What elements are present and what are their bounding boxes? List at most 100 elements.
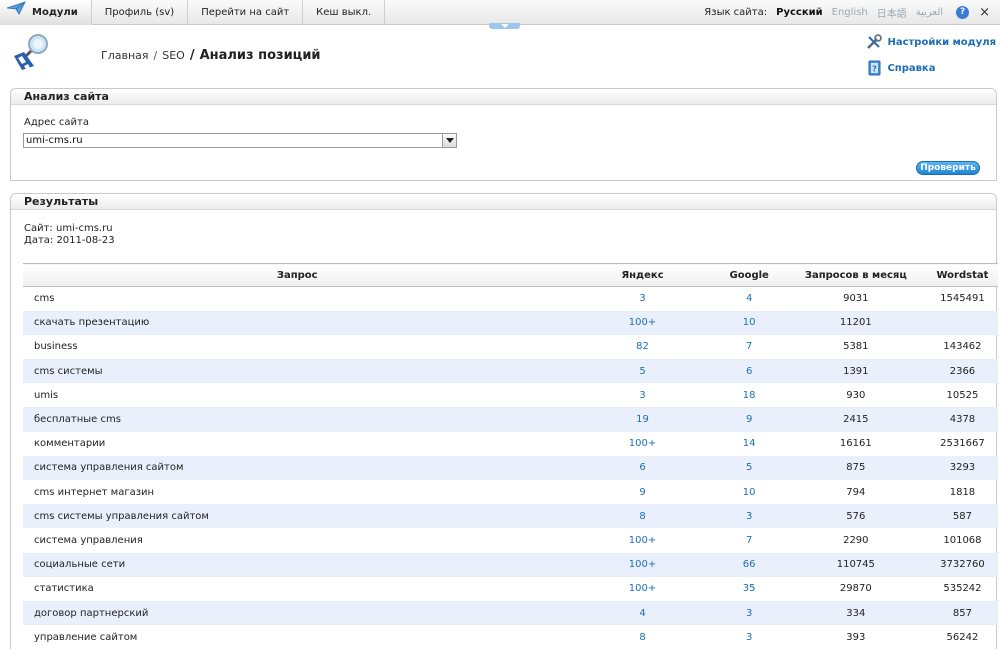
results-meta: Сайт: umi-cms.ru Дата: 2011-08-23 [24, 223, 115, 247]
google-position-link[interactable]: 35 [714, 577, 785, 601]
yandex-position-link[interactable]: 100+ [571, 432, 713, 456]
google-position-link[interactable]: 3 [713, 504, 785, 529]
monthly-requests-cell: 875 [784, 455, 927, 480]
google-position-link[interactable]: 9 [713, 407, 785, 432]
google-position-link[interactable]: 18 [714, 383, 785, 407]
yandex-position-link[interactable]: 100+ [571, 310, 714, 335]
query-cell: социальные сети [23, 552, 572, 577]
table-row: управление сайтом 8 3 393 56242 [23, 625, 998, 649]
query-cell: скачать презентацию [23, 310, 572, 335]
cache-toggle[interactable]: Кеш выкл. [303, 0, 386, 25]
column-header-monthly[interactable]: Запросов в месяц [784, 263, 927, 287]
site-address-select[interactable]: umi-cms.ru [23, 133, 457, 148]
table-row: cms системы управления сайтом 8 3 576 587 [23, 504, 998, 529]
google-position-link[interactable]: 3 [714, 625, 785, 649]
column-header-query[interactable]: Запрос [23, 263, 572, 287]
module-settings-link[interactable]: Настройки модуля [866, 33, 996, 51]
yandex-position-link[interactable]: 8 [571, 625, 713, 649]
monthly-requests-cell: 1391 [784, 359, 927, 384]
close-icon[interactable]: × [979, 6, 990, 19]
wordstat-cell: 535242 [943, 583, 982, 595]
yandex-position-link[interactable]: 3 [571, 287, 713, 311]
monthly-requests-cell: 930 [846, 389, 866, 401]
yandex-position-link[interactable]: 6 [571, 455, 714, 480]
wordstat-cell: 3293 [926, 455, 998, 480]
query-cell: cms интернет магазин [34, 486, 155, 498]
table-row: статистика 100+ 35 29870 535242 [23, 577, 998, 601]
help-link[interactable]: ? Справка [866, 59, 996, 77]
page-title: Анализ позиций [199, 48, 321, 63]
query-cell: договор партнерский [23, 600, 572, 626]
monthly-requests-cell: 5381 [843, 341, 869, 353]
column-header-yandex[interactable]: Яндекс [571, 263, 714, 287]
site-address-value: umi-cms.ru [26, 135, 83, 146]
wordstat-cell: 2531667 [940, 438, 985, 450]
lang-japanese[interactable]: 日本語 [877, 5, 907, 20]
yandex-position-link[interactable]: 3 [571, 383, 713, 407]
google-position-link[interactable]: 3 [713, 600, 785, 626]
google-position-link[interactable]: 5 [713, 455, 785, 480]
module-settings-label: Настройки модуля [887, 36, 996, 48]
breadcrumb-separator: / [153, 49, 158, 62]
monthly-requests-cell: 393 [846, 631, 866, 643]
paper-plane-icon [6, 0, 26, 25]
help-book-icon: ? [866, 60, 882, 76]
lang-english[interactable]: English [832, 7, 868, 18]
yandex-position-link[interactable]: 19 [571, 407, 714, 432]
yandex-position-link[interactable]: 4 [571, 600, 714, 626]
lang-arabic[interactable]: العربية [916, 7, 943, 18]
table-row: cms 3 4 9031 1545491 [23, 287, 998, 311]
wordstat-cell: 10525 [946, 389, 979, 401]
monthly-requests-cell: 110745 [784, 552, 927, 577]
results-panel: Результаты Сайт: umi-cms.ru Дата: 2011-0… [10, 193, 998, 649]
check-button[interactable]: Проверить [916, 161, 980, 175]
google-position-link[interactable]: 66 [713, 552, 785, 577]
yandex-position-link[interactable]: 82 [571, 335, 713, 359]
table-row: cms системы 5 6 1391 2366 [23, 359, 998, 384]
table-row: комментарии 100+ 14 16161 2531667 [23, 432, 998, 456]
help-circle-icon[interactable]: ? [956, 6, 970, 19]
wordstat-cell: 2366 [926, 359, 998, 384]
lang-russian[interactable]: Русский [776, 7, 823, 18]
chevron-down-icon[interactable] [442, 134, 456, 147]
google-position-link[interactable]: 10 [714, 480, 785, 504]
google-position-link[interactable]: 4 [714, 287, 785, 311]
column-header-google[interactable]: Google [713, 263, 785, 287]
column-header-wordstat[interactable]: Wordstat [926, 263, 998, 287]
google-position-link[interactable]: 14 [714, 432, 785, 456]
go-to-site-link[interactable]: Перейти на сайт [188, 0, 304, 25]
table-row: umis 3 18 930 10525 [23, 383, 998, 407]
yandex-position-link[interactable]: 5 [571, 359, 714, 384]
google-position-link[interactable]: 7 [714, 528, 785, 552]
google-position-link[interactable]: 7 [714, 335, 785, 359]
site-analysis-panel: Анализ сайта Адрес сайта umi-cms.ru Пров… [10, 88, 997, 181]
profile-link[interactable]: Профиль (sv) [92, 0, 189, 25]
google-position-link[interactable]: 6 [713, 359, 785, 384]
table-row: скачать презентацию 100+ 10 11201 [23, 310, 998, 335]
wordstat-cell: 1818 [949, 486, 976, 498]
yandex-position-link[interactable]: 9 [571, 480, 713, 504]
monthly-requests-cell: 29870 [839, 583, 872, 595]
yandex-position-link[interactable]: 100+ [571, 577, 713, 601]
breadcrumb: Главная / SEO / Анализ позиций [101, 48, 321, 63]
query-cell: cms [34, 293, 55, 305]
modules-menu[interactable]: Модули [0, 0, 92, 25]
breadcrumb-home[interactable]: Главная [101, 49, 149, 62]
table-row: система управления сайтом 6 5 875 3293 [23, 455, 998, 480]
breadcrumb-seo[interactable]: SEO [162, 49, 185, 62]
site-address-label: Адрес сайта [24, 117, 90, 128]
monthly-requests-cell: 16161 [839, 438, 872, 450]
yandex-position-link[interactable]: 100+ [571, 552, 714, 577]
table-row: бесплатные cms 19 9 2415 4378 [23, 407, 998, 432]
wordstat-cell [926, 310, 998, 335]
language-label: Язык сайта: [704, 7, 768, 18]
table-row: договор партнерский 4 3 334 857 [23, 600, 998, 626]
monthly-requests-cell: 2290 [843, 534, 869, 546]
query-cell: система управления сайтом [23, 455, 572, 480]
google-position-link[interactable]: 10 [713, 310, 785, 335]
yandex-position-link[interactable]: 100+ [571, 528, 713, 552]
wordstat-cell: 857 [926, 600, 998, 626]
panel-toggle-tab[interactable] [489, 23, 520, 29]
wordstat-cell: 4378 [926, 407, 998, 432]
yandex-position-link[interactable]: 8 [571, 504, 714, 529]
